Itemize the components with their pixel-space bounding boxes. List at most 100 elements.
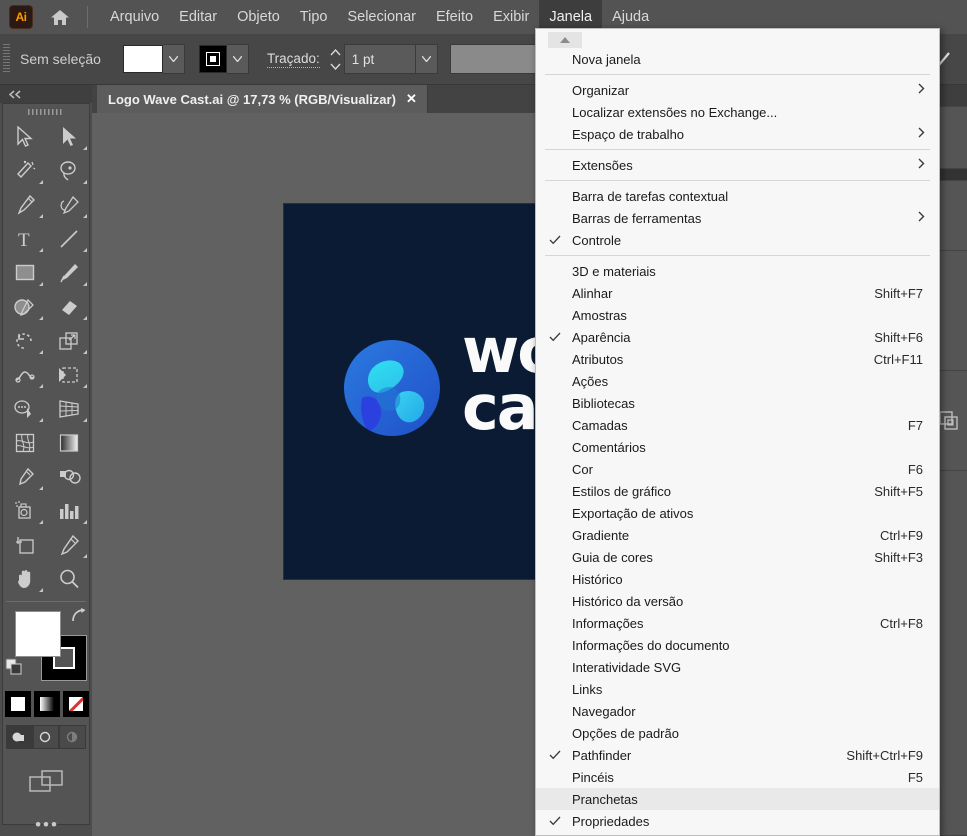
menu-option-exporta-o-de-ativos[interactable]: Exportação de ativos [536,502,939,524]
menubar-item-exibir[interactable]: Exibir [483,0,539,34]
magic-wand-tool[interactable] [3,154,47,188]
menu-option-pinc-is[interactable]: Pincéis F5 [536,766,939,788]
close-icon[interactable]: ✕ [406,91,417,107]
pen-tool[interactable] [3,188,47,222]
menu-option-cor[interactable]: Cor F6 [536,458,939,480]
menu-option-hist-rico[interactable]: Histórico [536,568,939,590]
scroll-up-arrow-icon[interactable] [548,32,582,48]
stroke-swatch[interactable] [198,45,227,73]
type-tool[interactable]: T [3,222,47,256]
menubar-item-efeito[interactable]: Efeito [426,0,483,34]
swap-fill-stroke-icon[interactable] [69,607,87,628]
rotate-tool[interactable] [3,324,47,358]
rectangle-tool[interactable] [3,256,47,290]
zoom-tool[interactable] [47,562,91,596]
selection-status-label: Sem seleção [20,51,101,67]
more-tools-button[interactable]: ••• [3,811,91,836]
artboard-tool[interactable] [3,528,47,562]
menu-option-barras-de-ferramentas[interactable]: Barras de ferramentas [536,207,939,229]
menubar-item-editar[interactable]: Editar [169,0,227,34]
screen-mode-button[interactable] [3,761,91,801]
menu-option-estilos-de-gr-fico[interactable]: Estilos de gráfico Shift+F5 [536,480,939,502]
symbol-sprayer-tool[interactable] [3,494,47,528]
checkmark-icon [549,234,561,246]
menu-option-pathfinder[interactable]: Pathfinder Shift+Ctrl+F9 [536,744,939,766]
free-transform-tool[interactable] [47,358,91,392]
menu-option-apar-ncia[interactable]: Aparência Shift+F6 [536,326,939,348]
stroke-weight-dropdown-chevron-down-icon[interactable] [415,44,438,74]
menubar-item-arquivo[interactable]: Arquivo [100,0,169,34]
menu-option-pranchetas[interactable]: Pranchetas [536,788,939,810]
menu-option-informa-es[interactable]: Informações Ctrl+F8 [536,612,939,634]
eraser-tool[interactable] [47,290,91,324]
stroke-dropdown-chevron-down-icon[interactable] [226,44,249,74]
document-tab[interactable]: Logo Wave Cast.ai @ 17,73 % (RGB/Visuali… [97,85,428,113]
curvature-tool[interactable] [47,188,91,222]
draw-normal-button[interactable] [6,725,33,749]
shape-builder-tool[interactable] [3,392,47,426]
checkmark-icon [549,331,561,343]
menu-option-barra-de-tarefas-contextual[interactable]: Barra de tarefas contextual [536,185,939,207]
color-mode-none-button[interactable] [63,691,89,717]
column-graph-tool[interactable] [47,494,91,528]
menu-option-amostras[interactable]: Amostras [536,304,939,326]
color-mode-solid-button[interactable] [5,691,31,717]
tools-panel-collapse-button[interactable] [0,85,92,103]
gradient-tool[interactable] [47,426,91,460]
menu-option-shortcut: F6 [907,461,923,477]
fill-swatch[interactable] [122,45,163,73]
menu-option-interatividade-svg[interactable]: Interatividade SVG [536,656,939,678]
menu-option-controle[interactable]: Controle [536,229,939,251]
menu-option-alinhar[interactable]: Alinhar Shift+F7 [536,282,939,304]
fill-color-swatch[interactable] [15,611,61,657]
menu-option-guia-de-cores[interactable]: Guia de cores Shift+F3 [536,546,939,568]
menu-option-links[interactable]: Links [536,678,939,700]
menu-option-localizar-extens-es-no-exchange[interactable]: Localizar extensões no Exchange... [536,101,939,123]
menu-option-organizar[interactable]: Organizar [536,79,939,101]
scale-tool[interactable] [47,324,91,358]
menu-option-op-es-de-padr-o[interactable]: Opções de padrão [536,722,939,744]
slice-tool[interactable] [47,528,91,562]
fill-dropdown-chevron-down-icon[interactable] [162,44,185,74]
home-icon[interactable] [45,3,75,31]
draw-inside-button[interactable] [59,725,87,749]
illustrator-logo-icon: Ai [9,5,33,29]
menu-option-3d-e-materiais[interactable]: 3D e materiais [536,260,939,282]
hand-tool[interactable] [3,562,47,596]
chevron-right-icon [918,211,925,225]
color-mode-gradient-button[interactable] [34,691,60,717]
menu-option-bibliotecas[interactable]: Bibliotecas [536,392,939,414]
tools-panel-grip[interactable] [3,104,89,120]
mesh-tool[interactable] [3,426,47,460]
menu-option-atributos[interactable]: Atributos Ctrl+F11 [536,348,939,370]
perspective-grid-tool[interactable] [47,392,91,426]
blend-tool[interactable] [47,460,91,494]
menu-option-espa-o-de-trabalho[interactable]: Espaço de trabalho [536,123,939,145]
menubar-item-selecionar[interactable]: Selecionar [337,0,426,34]
line-segment-tool[interactable] [47,222,91,256]
menu-option-extens-es[interactable]: Extensões [536,154,939,176]
menu-option-navegador[interactable]: Navegador [536,700,939,722]
direct-selection-tool[interactable] [47,120,91,154]
lasso-tool[interactable] [47,154,91,188]
width-tool[interactable] [3,358,47,392]
control-bar-grip[interactable] [3,44,10,74]
stroke-weight-input[interactable]: 1 pt [343,44,416,74]
menu-option-a-es[interactable]: Ações [536,370,939,392]
menu-option-nova-janela[interactable]: Nova janela [536,48,939,70]
menu-option-camadas[interactable]: Camadas F7 [536,414,939,436]
shaper-tool[interactable] [3,290,47,324]
selection-tool[interactable] [3,120,47,154]
menu-option-hist-rico-da-vers-o[interactable]: Histórico da versão [536,590,939,612]
stroke-weight-stepper[interactable] [328,45,344,73]
menu-option-coment-rios[interactable]: Comentários [536,436,939,458]
draw-behind-button[interactable] [32,725,60,749]
default-fill-stroke-icon[interactable] [5,658,25,683]
menubar-item-objeto[interactable]: Objeto [227,0,290,34]
menu-option-informa-es-do-documento[interactable]: Informações do documento [536,634,939,656]
menu-option-propriedades[interactable]: Propriedades [536,810,939,832]
eyedropper-tool[interactable] [3,460,47,494]
menubar-item-tipo[interactable]: Tipo [290,0,338,34]
menu-option-gradiente[interactable]: Gradiente Ctrl+F9 [536,524,939,546]
paintbrush-tool[interactable] [47,256,91,290]
